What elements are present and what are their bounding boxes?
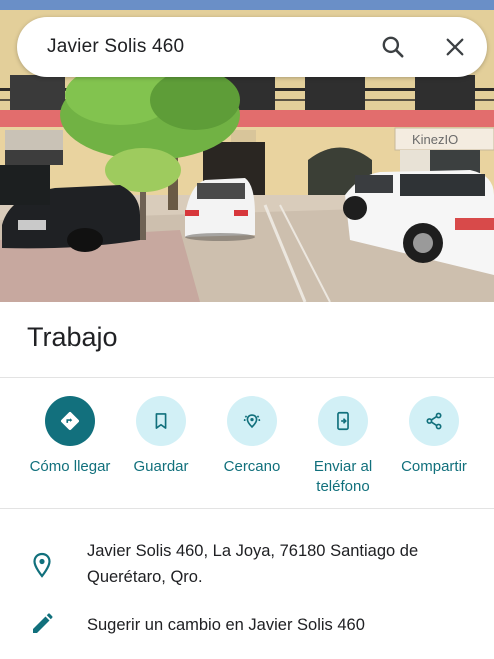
suggest-edit-row[interactable]: Sugerir un cambio en Javier Solis 460 — [0, 610, 494, 640]
search-icon[interactable] — [377, 31, 409, 63]
kinezio-sign-text: KinezIO — [412, 132, 458, 147]
share-button[interactable]: Compartir — [379, 396, 489, 477]
save-label: Guardar — [133, 458, 189, 475]
nearby-icon — [227, 396, 277, 446]
address-row[interactable]: Javier Solis 460, La Joya, 76180 Santiag… — [0, 538, 494, 594]
send-to-phone-label: Enviar al teléfono — [313, 458, 373, 495]
directions-label: Cómo llegar — [29, 458, 111, 475]
pencil-icon — [28, 610, 56, 638]
share-label: Compartir — [401, 458, 467, 475]
location-pin-icon — [28, 551, 56, 579]
search-bar[interactable]: Javier Solis 460 — [17, 17, 487, 77]
search-input[interactable]: Javier Solis 460 — [47, 17, 184, 77]
divider — [0, 508, 494, 509]
suggest-edit-text: Sugerir un cambio en Javier Solis 460 — [87, 616, 365, 634]
bookmark-icon — [136, 396, 186, 446]
close-icon[interactable] — [439, 31, 471, 63]
nearby-label: Cercano — [223, 458, 281, 475]
send-to-phone-icon — [318, 396, 368, 446]
share-icon — [409, 396, 459, 446]
place-title: Trabajo — [27, 322, 118, 352]
address-text: Javier Solis 460, La Joya, 76180 Santiag… — [87, 542, 419, 586]
directions-icon — [45, 396, 95, 446]
divider — [0, 377, 494, 378]
